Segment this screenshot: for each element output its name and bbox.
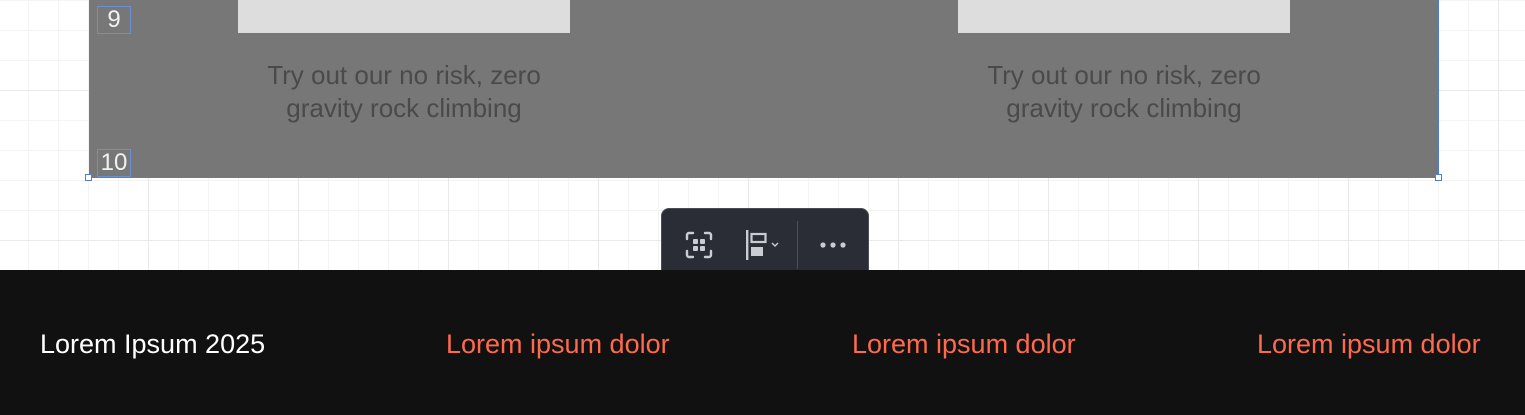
footer-link[interactable]: Lorem ipsum dolor	[852, 327, 1076, 361]
card-caption-line: Try out our no risk, zero	[987, 60, 1261, 90]
align-left-icon	[746, 230, 767, 260]
more-horizontal-icon	[820, 242, 846, 248]
selected-section[interactable]: 9 10 Try out our no risk, zero gravity r…	[89, 0, 1439, 178]
card-caption-line: Try out our no risk, zero	[267, 60, 541, 90]
footer-link[interactable]: Lorem ipsum dolor	[446, 327, 670, 361]
card-caption-line: gravity rock climbing	[1006, 93, 1242, 123]
card-caption[interactable]: Try out our no risk, zero gravity rock c…	[958, 59, 1290, 125]
select-frame-button[interactable]	[676, 223, 722, 267]
resize-handle-bottom-left[interactable]	[85, 174, 92, 181]
row-number-9: 9	[97, 6, 131, 34]
chevron-down-icon	[771, 242, 779, 247]
resize-handle-bottom-right[interactable]	[1435, 174, 1442, 181]
align-dropdown-button[interactable]	[736, 223, 786, 267]
footer-link[interactable]: Lorem ipsum dolor	[1257, 327, 1481, 361]
footer-title: Lorem Ipsum 2025	[40, 329, 266, 359]
card-caption[interactable]: Try out our no risk, zero gravity rock c…	[238, 59, 570, 125]
select-frame-icon	[685, 231, 713, 259]
card-caption-line: gravity rock climbing	[286, 93, 522, 123]
card-image-placeholder[interactable]	[238, 0, 570, 33]
more-options-button[interactable]	[810, 223, 856, 267]
site-footer: Lorem Ipsum 2025 Lorem ipsum dolor Lorem…	[0, 270, 1525, 415]
row-number-10: 10	[97, 149, 131, 177]
card-image-placeholder[interactable]	[958, 0, 1290, 33]
toolbar-divider	[797, 221, 798, 269]
